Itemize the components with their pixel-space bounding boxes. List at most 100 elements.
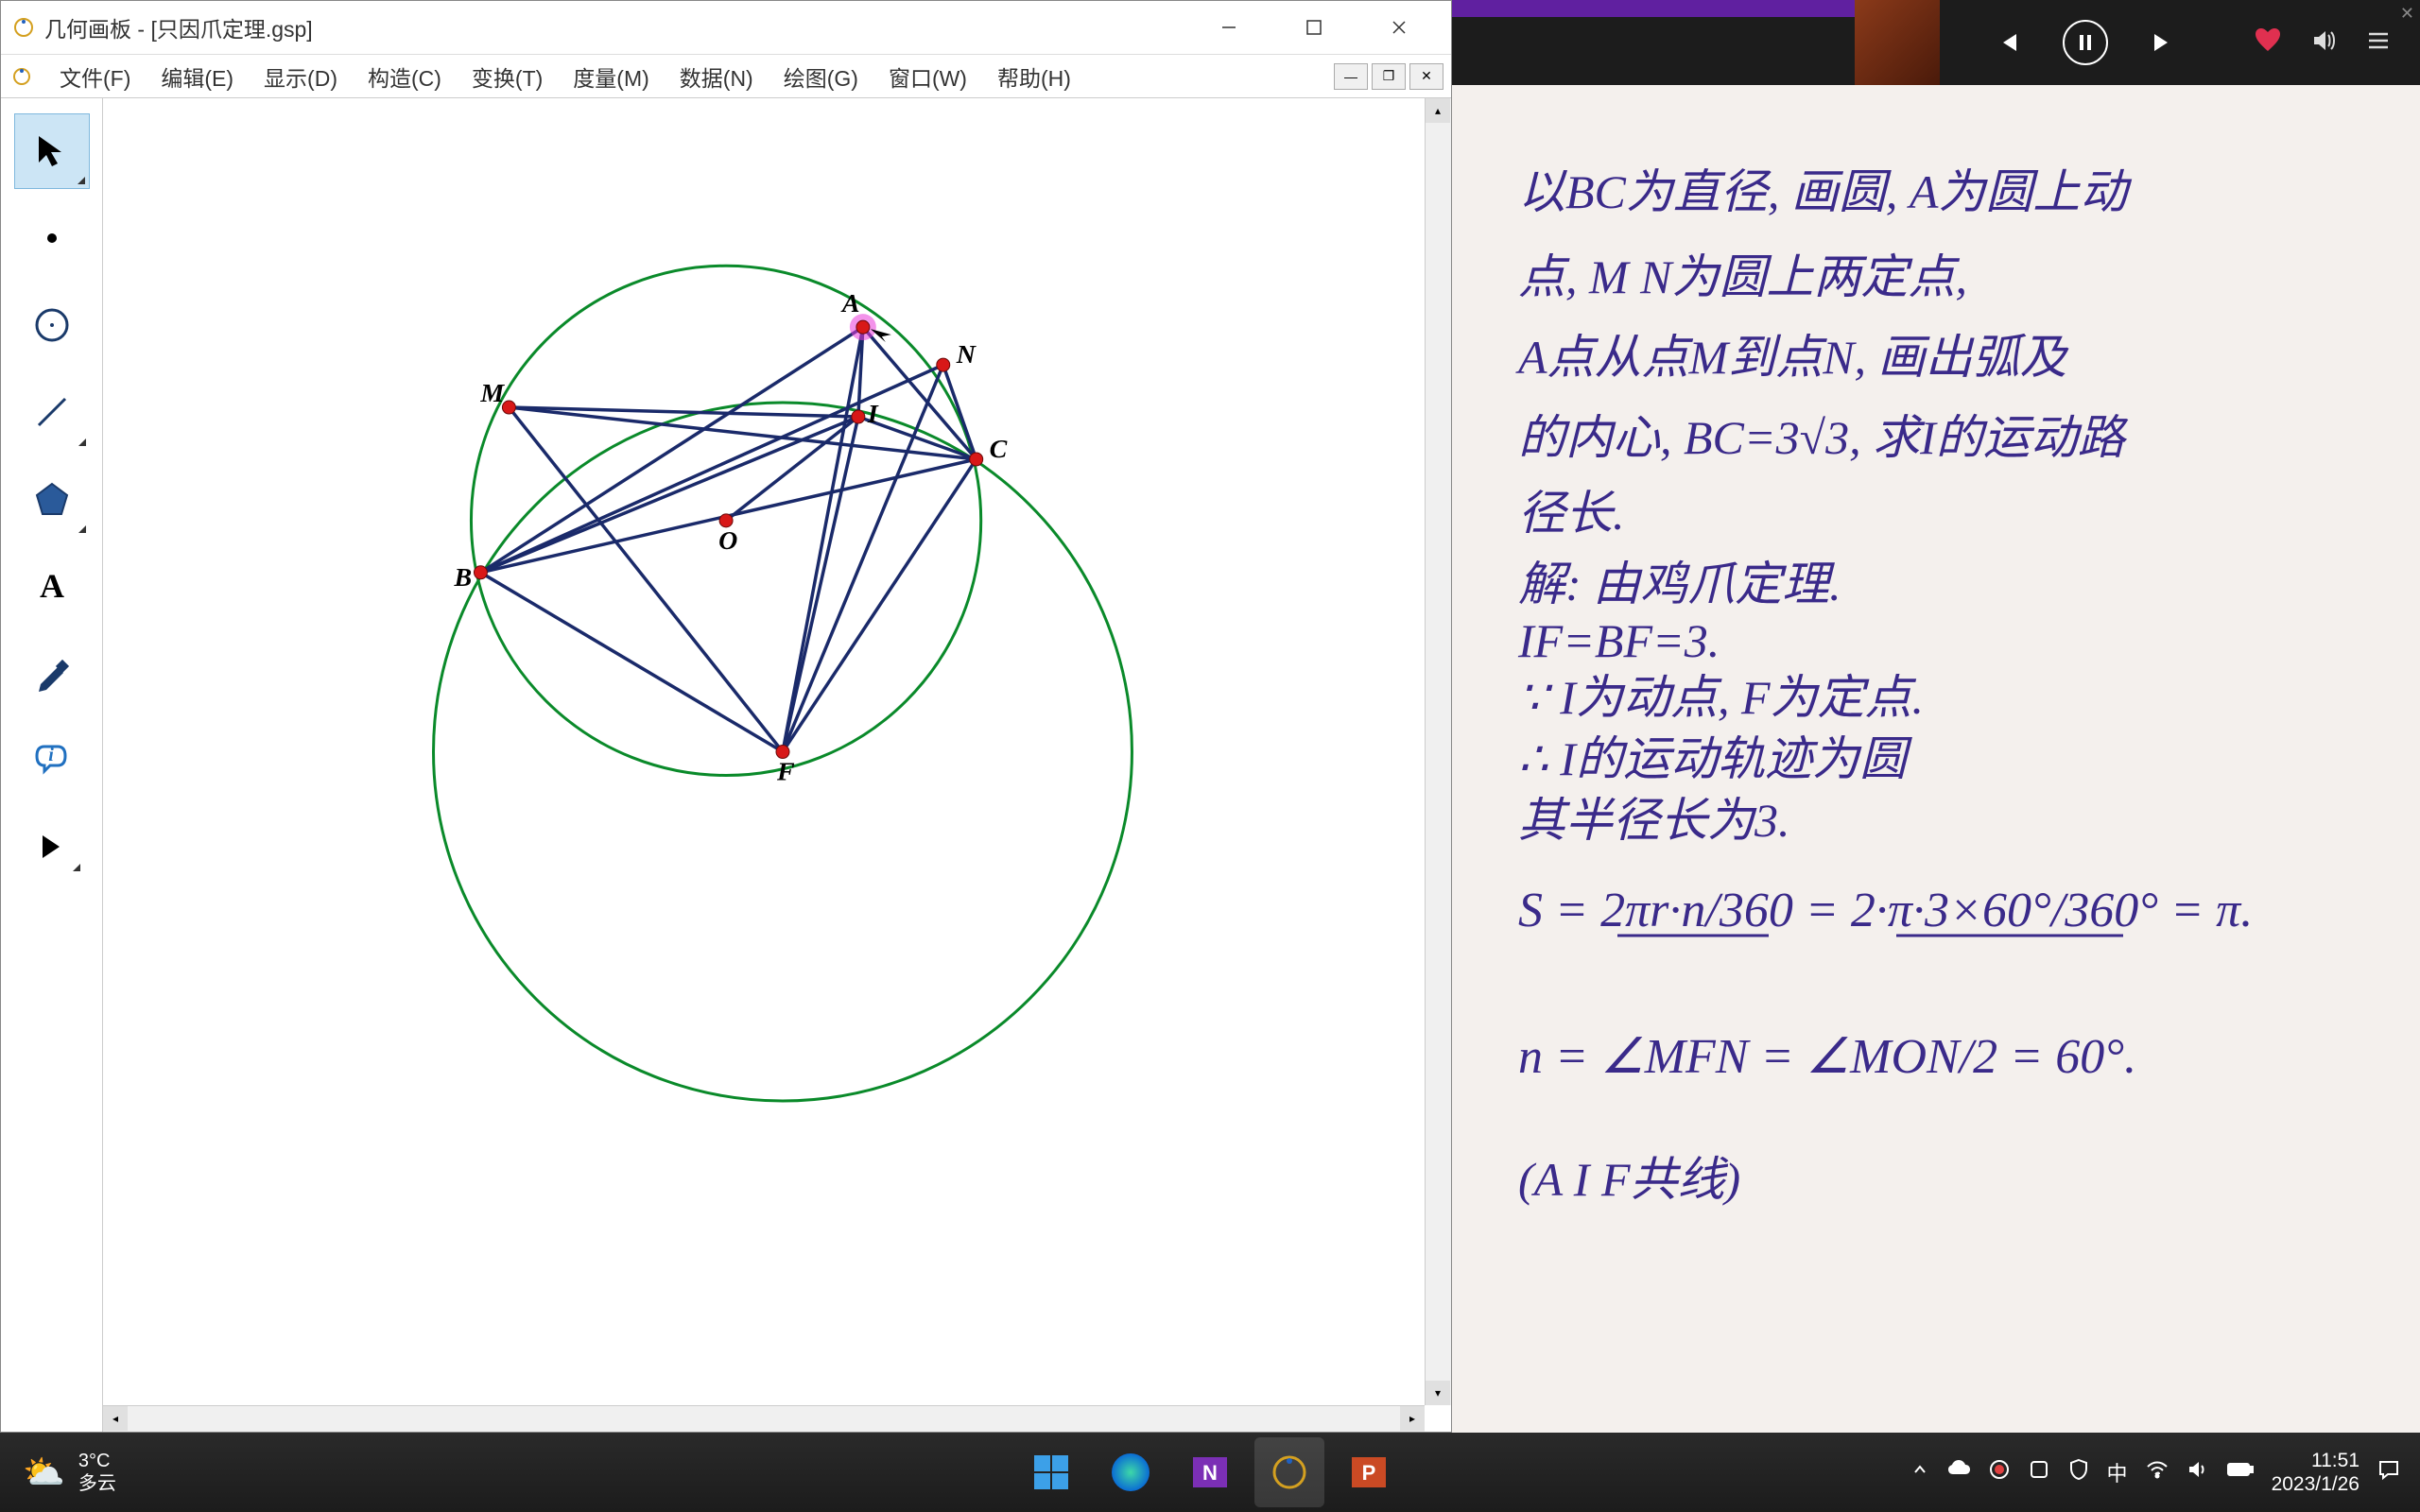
- svg-text:∵ I为动点, F为定点.: ∵ I为动点, F为定点.: [1518, 671, 1924, 724]
- svg-text:的内心, BC=3√3, 求I的运动路: 的内心, BC=3√3, 求I的运动路: [1518, 411, 2129, 464]
- close-button[interactable]: [1357, 4, 1442, 51]
- mdi-controls: — ❐ ✕: [1334, 63, 1443, 90]
- svg-text:C: C: [990, 435, 1008, 464]
- menubar: 文件(F) 编辑(E) 显示(D) 构造(C) 变换(T) 度量(M) 数据(N…: [1, 55, 1451, 98]
- geometry-svg: A N M I C O B F: [103, 98, 1451, 1432]
- menu-help[interactable]: 帮助(H): [982, 55, 1086, 97]
- tool-polygon[interactable]: [14, 461, 90, 537]
- menu-construct[interactable]: 构造(C): [353, 55, 457, 97]
- tool-text[interactable]: A: [14, 548, 90, 624]
- weather-temp: 3°C: [78, 1450, 116, 1472]
- svg-text:其半径长为3.: 其半径长为3.: [1518, 794, 1790, 847]
- scrollbar-horizontal[interactable]: ◂ ▸: [103, 1405, 1425, 1432]
- album-art[interactable]: [1855, 0, 1940, 85]
- svg-text:以BC为直径, 画圆, A为圆上动: 以BC为直径, 画圆, A为圆上动: [1518, 165, 2132, 218]
- volume-icon[interactable]: [2310, 27, 2337, 59]
- menu-data[interactable]: 数据(N): [665, 55, 769, 97]
- music-right-controls: [2254, 26, 2420, 60]
- tool-line[interactable]: [14, 374, 90, 450]
- svg-text:N: N: [1202, 1461, 1218, 1485]
- start-button[interactable]: [1016, 1437, 1086, 1507]
- mdi-minimize[interactable]: —: [1334, 63, 1368, 90]
- tray-record-icon[interactable]: [1988, 1458, 2011, 1486]
- next-button[interactable]: [2142, 22, 2184, 63]
- maximize-button[interactable]: [1271, 4, 1357, 51]
- svg-text:点, M N为圆上两定点,: 点, M N为圆上两定点,: [1518, 250, 1967, 303]
- svg-text:A点从点M到点N, 画出弧及: A点从点M到点N, 画出弧及: [1515, 331, 2070, 384]
- weather-icon: ⛅: [23, 1452, 65, 1492]
- svg-text:径长.: 径长.: [1518, 487, 1625, 540]
- svg-text:IF=BF=3.: IF=BF=3.: [1517, 614, 1720, 667]
- window-controls: [1186, 4, 1442, 51]
- minimize-button[interactable]: [1186, 4, 1271, 51]
- music-close-icon[interactable]: ✕: [2400, 4, 2414, 24]
- tool-selection[interactable]: [14, 113, 90, 189]
- taskbar-edge[interactable]: [1096, 1437, 1166, 1507]
- canvas[interactable]: A N M I C O B F ▴ ▾ ◂ ▸: [103, 98, 1451, 1432]
- playlist-icon[interactable]: [2365, 27, 2392, 59]
- menu-display[interactable]: 显示(D): [249, 55, 353, 97]
- tray-ime[interactable]: 中: [2107, 1457, 2128, 1487]
- tool-circle[interactable]: [14, 287, 90, 363]
- app-icon: [10, 14, 37, 41]
- gsp-app-window: 几何画板 - [只因爪定理.gsp] 文件(F) 编辑(E) 显示(D) 构造(…: [0, 0, 1452, 1433]
- svg-text:F: F: [776, 757, 795, 786]
- mdi-close[interactable]: ✕: [1409, 63, 1443, 90]
- notes-panel[interactable]: 以BC为直径, 画圆, A为圆上动点, M N为圆上两定点, A点从点M到点N, …: [1452, 85, 2420, 1433]
- svg-text:i: i: [48, 745, 54, 765]
- menu-window[interactable]: 窗口(W): [873, 55, 982, 97]
- menu-file[interactable]: 文件(F): [44, 55, 146, 97]
- taskbar-onenote[interactable]: N: [1175, 1437, 1245, 1507]
- doc-icon: [9, 63, 35, 90]
- scrollbar-vertical[interactable]: ▴ ▾: [1425, 98, 1451, 1405]
- tool-point[interactable]: [14, 200, 90, 276]
- tray-wifi-icon[interactable]: [2145, 1457, 2169, 1487]
- prev-button[interactable]: [1987, 22, 2029, 63]
- svg-text:I: I: [867, 400, 879, 429]
- svg-text:B: B: [453, 563, 472, 593]
- titlebar: 几何画板 - [只因爪定理.gsp]: [1, 1, 1451, 55]
- menu-edit[interactable]: 编辑(E): [146, 55, 249, 97]
- menu-transform[interactable]: 变换(T): [457, 55, 558, 97]
- tray-clock[interactable]: 11:51 2023/1/26: [2272, 1449, 2360, 1496]
- taskbar-center: N P: [1016, 1437, 1404, 1507]
- handwriting: 以BC为直径, 画圆, A为圆上动点, M N为圆上两定点, A点从点M到点N, …: [1452, 85, 2420, 1433]
- svg-text:A: A: [40, 567, 64, 605]
- app-body: A i A N M I C O B F ▴ ▾ ◂ ▸: [1, 98, 1451, 1432]
- svg-text:A: A: [840, 289, 860, 318]
- tray-security-icon[interactable]: [2067, 1458, 2090, 1486]
- tool-marker[interactable]: [14, 635, 90, 711]
- tray-notification-icon[interactable]: [2377, 1457, 2401, 1487]
- like-icon[interactable]: [2254, 26, 2282, 60]
- mdi-restore[interactable]: ❐: [1372, 63, 1406, 90]
- taskbar-ppt[interactable]: P: [1334, 1437, 1404, 1507]
- svg-text:M: M: [479, 379, 505, 408]
- svg-text:n = ∠MFN = ∠MON/2 = 60°.: n = ∠MFN = ∠MON/2 = 60°.: [1518, 1030, 2136, 1084]
- tray-app-icon[interactable]: [2028, 1458, 2050, 1486]
- svg-text:P: P: [1362, 1461, 1376, 1485]
- svg-text:N: N: [956, 340, 977, 369]
- window-title: 几何画板 - [只因爪定理.gsp]: [44, 11, 1186, 43]
- tray-date: 2023/1/26: [2272, 1472, 2360, 1496]
- svg-text:解: 由鸡爪定理.: 解: 由鸡爪定理.: [1518, 558, 1841, 610]
- tray-onedrive-icon[interactable]: [1946, 1457, 1971, 1487]
- play-controls: [1987, 20, 2184, 65]
- menu-measure[interactable]: 度量(M): [558, 55, 664, 97]
- menu-graph[interactable]: 绘图(G): [769, 55, 873, 97]
- tool-info[interactable]: i: [14, 722, 90, 798]
- tray-time: 11:51: [2272, 1449, 2360, 1472]
- weather-widget[interactable]: ⛅ 3°C 多云: [0, 1450, 116, 1495]
- svg-text:∴ I的运动轨迹为圆: ∴ I的运动轨迹为圆: [1518, 732, 1912, 785]
- tray-volume-icon[interactable]: [2187, 1458, 2209, 1486]
- tray-battery-icon[interactable]: [2226, 1460, 2255, 1485]
- weather-desc: 多云: [78, 1472, 116, 1495]
- svg-text:(A I F共线): (A I F共线): [1518, 1153, 1740, 1206]
- weather-text: 3°C 多云: [78, 1450, 116, 1495]
- taskbar-gsp[interactable]: [1254, 1437, 1324, 1507]
- music-player: ✕: [1452, 0, 2420, 85]
- music-accent: [1452, 0, 1855, 17]
- pause-button[interactable]: [2063, 20, 2108, 65]
- svg-text:O: O: [718, 526, 737, 556]
- tray-chevron-icon[interactable]: [1910, 1460, 1929, 1485]
- tool-custom[interactable]: [14, 809, 90, 885]
